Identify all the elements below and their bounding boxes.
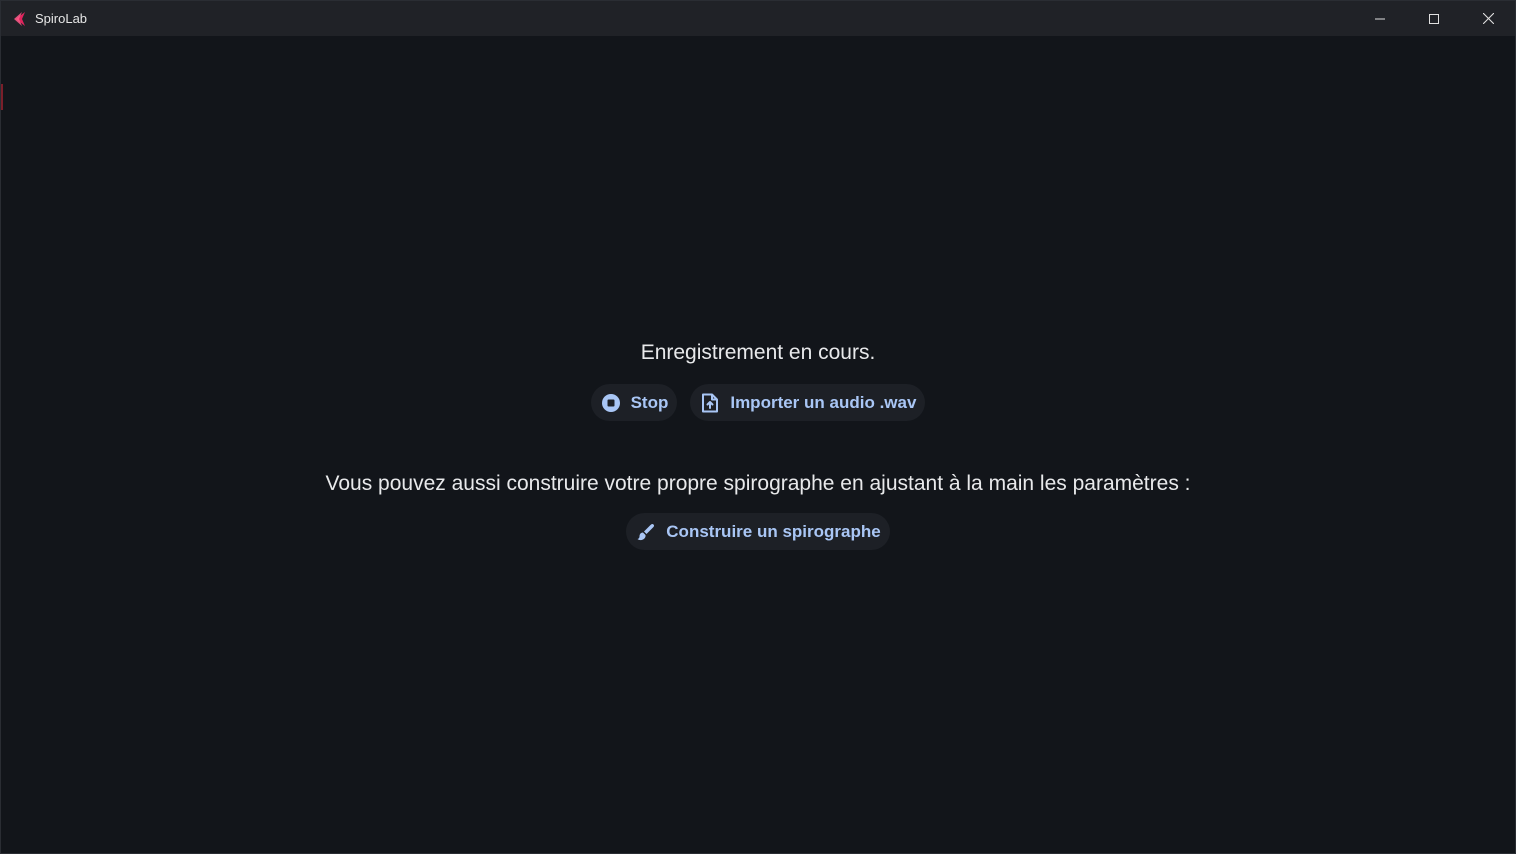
spirolab-logo-icon (12, 11, 28, 27)
app-window: SpiroLab Enregistrement en cours. Stop I… (0, 0, 1516, 854)
maximize-button[interactable] (1407, 1, 1461, 36)
import-audio-button[interactable]: Importer un audio .wav (690, 384, 926, 421)
stop-button-label: Stop (630, 392, 669, 412)
brush-icon (636, 522, 656, 542)
close-icon (1482, 13, 1494, 24)
focus-indicator (1, 84, 3, 110)
minimize-button[interactable] (1353, 1, 1407, 36)
title-bar[interactable]: SpiroLab (1, 1, 1515, 36)
recording-actions: Stop Importer un audio .wav (1, 384, 1515, 421)
build-info-text: Vous pouvez aussi construire votre propr… (325, 472, 1191, 495)
build-spirograph-button[interactable]: Construire un spirographe (626, 513, 890, 550)
build-actions: Construire un spirographe (1, 513, 1515, 550)
build-spirograph-button-label: Construire un spirographe (666, 521, 881, 541)
file-upload-icon (700, 393, 720, 413)
main-content: Enregistrement en cours. Stop Importer u… (1, 36, 1515, 853)
import-audio-button-label: Importer un audio .wav (730, 392, 917, 412)
recording-status-text: Enregistrement en cours. (640, 341, 876, 364)
window-controls (1353, 1, 1515, 36)
stop-button[interactable]: Stop (590, 384, 678, 421)
window-title: SpiroLab (35, 11, 88, 26)
minimize-icon (1375, 14, 1385, 24)
maximize-icon (1429, 13, 1439, 24)
stop-circle-icon (601, 393, 621, 413)
close-button[interactable] (1461, 1, 1515, 36)
